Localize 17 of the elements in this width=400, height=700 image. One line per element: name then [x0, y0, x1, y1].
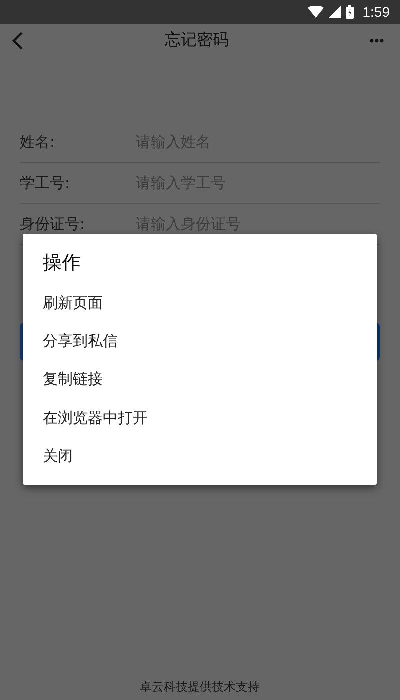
wifi-icon: [308, 6, 324, 18]
dialog-title: 操作: [43, 252, 82, 276]
footer-text: 卓云科技提供技术支持: [139, 679, 261, 696]
field-label: 身份证号:: [20, 214, 86, 234]
page-title: 忘记密码: [165, 30, 229, 51]
more-icon[interactable]: [370, 38, 384, 42]
field-label: 学工号:: [20, 174, 72, 192]
menu-item[interactable]: 复制链接: [43, 370, 357, 409]
menu-item[interactable]: 分享到私信: [43, 332, 357, 370]
menu-item[interactable]: 在浏览器中打开: [43, 408, 357, 447]
battery-icon: [346, 5, 354, 19]
status-time: 1:59: [362, 4, 390, 20]
menu-item[interactable]: 刷新页面: [43, 294, 357, 332]
back-icon[interactable]: [12, 32, 24, 50]
field-label: 姓名:: [20, 132, 56, 152]
signal-icon: [328, 6, 341, 18]
menu-item[interactable]: 关闭: [43, 446, 357, 486]
